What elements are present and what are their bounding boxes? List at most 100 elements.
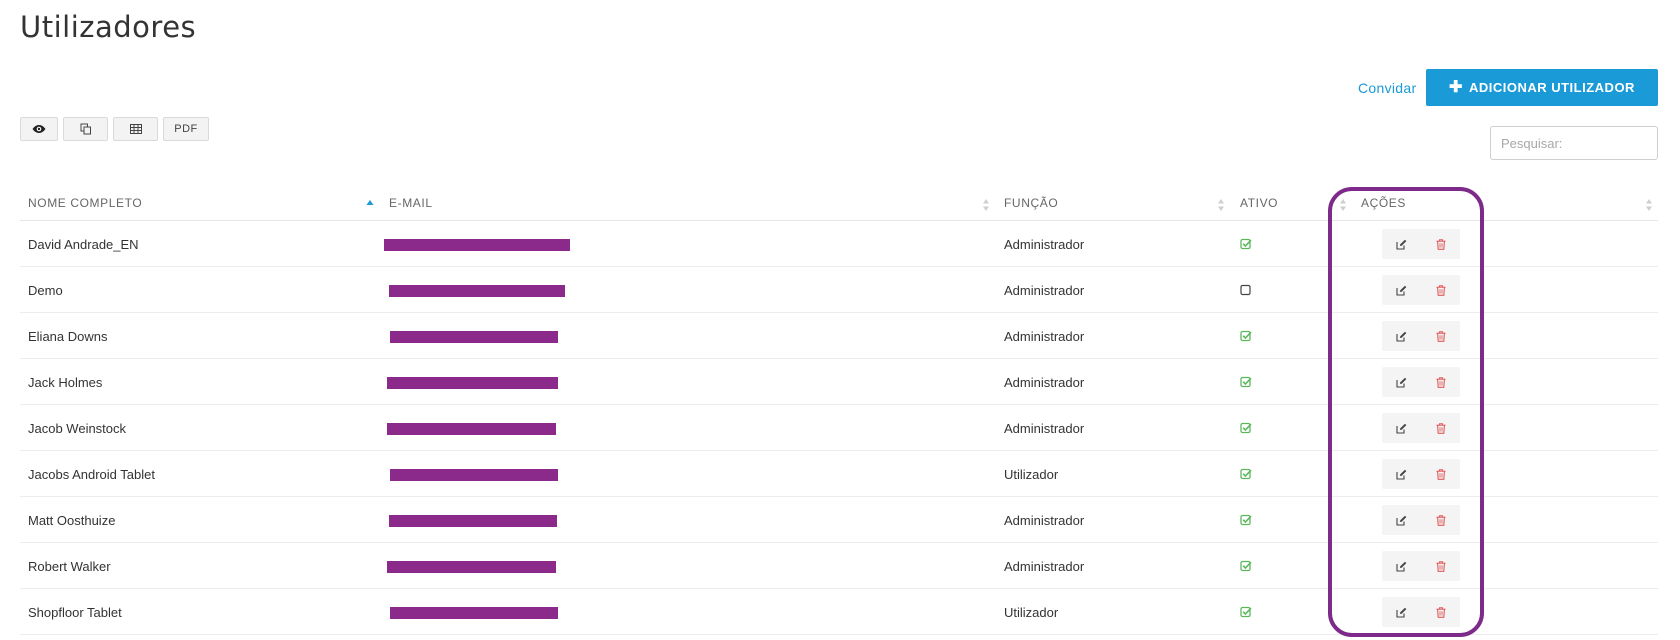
user-role-cell: Utilizador bbox=[1004, 467, 1059, 482]
unchecked-checkbox-icon bbox=[1240, 284, 1251, 296]
edit-icon bbox=[1396, 561, 1407, 572]
table-row: Jacobs Android Tablet Utilizador bbox=[20, 451, 1658, 497]
user-name-cell: David Andrade_EN bbox=[28, 237, 139, 252]
edit-icon bbox=[1396, 515, 1407, 526]
add-user-label: ADICIONAR UTILIZADOR bbox=[1468, 80, 1635, 95]
user-role-cell: Administrador bbox=[1004, 375, 1085, 390]
delete-button[interactable] bbox=[1421, 551, 1460, 581]
delete-button[interactable] bbox=[1421, 275, 1460, 305]
sort-icon[interactable] bbox=[1645, 198, 1653, 212]
edit-button[interactable] bbox=[1382, 597, 1421, 627]
edit-icon bbox=[1396, 377, 1407, 388]
table-row: Matt Oosthuize Administrador bbox=[20, 497, 1658, 543]
table-icon bbox=[129, 124, 142, 134]
pdf-button[interactable]: PDF bbox=[163, 117, 209, 141]
column-visibility-button[interactable] bbox=[20, 117, 58, 141]
checked-checkbox-icon bbox=[1240, 422, 1252, 434]
delete-button[interactable] bbox=[1421, 505, 1460, 535]
email-redaction bbox=[387, 561, 556, 573]
column-header-actions: AÇÕES bbox=[1361, 196, 1407, 210]
copy-icon bbox=[80, 123, 91, 135]
search-input[interactable] bbox=[1490, 126, 1658, 160]
sort-icon[interactable] bbox=[982, 198, 990, 212]
user-role-cell: Administrador bbox=[1004, 237, 1085, 252]
table-row: Demo Administrador bbox=[20, 267, 1658, 313]
user-name-cell: Jacobs Android Tablet bbox=[28, 467, 155, 482]
edit-icon bbox=[1396, 607, 1407, 618]
add-user-button[interactable]: ✚ ADICIONAR UTILIZADOR bbox=[1426, 69, 1658, 106]
trash-icon bbox=[1436, 606, 1445, 618]
edit-button[interactable] bbox=[1382, 505, 1421, 535]
edit-icon bbox=[1396, 469, 1407, 480]
delete-button[interactable] bbox=[1421, 321, 1460, 351]
column-header-name[interactable]: NOME COMPLETO bbox=[28, 196, 142, 210]
delete-button[interactable] bbox=[1421, 413, 1460, 443]
column-header-role[interactable]: FUNÇÃO bbox=[1004, 196, 1058, 210]
checked-checkbox-icon bbox=[1240, 238, 1252, 250]
column-header-email[interactable]: E-MAIL bbox=[389, 196, 433, 210]
plus-icon: ✚ bbox=[1449, 78, 1463, 96]
row-actions bbox=[1382, 321, 1460, 351]
checked-checkbox-icon bbox=[1240, 376, 1252, 388]
edit-button[interactable] bbox=[1382, 367, 1421, 397]
eye-icon bbox=[32, 125, 46, 133]
email-redaction bbox=[389, 515, 557, 527]
trash-icon bbox=[1436, 376, 1445, 388]
user-name-cell: Jack Holmes bbox=[28, 375, 103, 390]
export-toolbar: PDF bbox=[20, 117, 214, 141]
row-actions bbox=[1382, 597, 1460, 627]
trash-icon bbox=[1436, 284, 1445, 296]
trash-icon bbox=[1436, 468, 1445, 480]
table-row: David Andrade_EN Administrador bbox=[20, 221, 1658, 267]
user-role-cell: Administrador bbox=[1004, 559, 1085, 574]
user-name-cell: Robert Walker bbox=[28, 559, 111, 574]
email-redaction bbox=[390, 607, 558, 619]
row-actions bbox=[1382, 551, 1460, 581]
sort-icon[interactable] bbox=[1217, 198, 1225, 212]
trash-icon bbox=[1436, 330, 1445, 342]
user-name-cell: Jacob Weinstock bbox=[28, 421, 127, 436]
page-title: Utilizadores bbox=[20, 10, 197, 44]
row-actions bbox=[1382, 459, 1460, 489]
table-body: David Andrade_EN Administrador Demo Adminis… bbox=[20, 221, 1658, 635]
email-redaction bbox=[390, 331, 558, 343]
table-row: Shopfloor Tablet Utilizador bbox=[20, 589, 1658, 635]
checked-checkbox-icon bbox=[1240, 560, 1252, 572]
email-redaction bbox=[387, 377, 558, 389]
edit-icon bbox=[1396, 239, 1407, 250]
checked-checkbox-icon bbox=[1240, 330, 1252, 342]
delete-button[interactable] bbox=[1421, 597, 1460, 627]
copy-button[interactable] bbox=[63, 117, 108, 141]
delete-button[interactable] bbox=[1421, 367, 1460, 397]
trash-icon bbox=[1436, 514, 1445, 526]
invite-link[interactable]: Convidar bbox=[1358, 80, 1416, 96]
user-role-cell: Administrador bbox=[1004, 283, 1085, 298]
edit-icon bbox=[1396, 423, 1407, 434]
user-role-cell: Administrador bbox=[1004, 421, 1085, 436]
email-redaction bbox=[389, 285, 565, 297]
row-actions bbox=[1382, 413, 1460, 443]
excel-button[interactable] bbox=[113, 117, 158, 141]
delete-button[interactable] bbox=[1421, 229, 1460, 259]
edit-button[interactable] bbox=[1382, 321, 1421, 351]
email-redaction bbox=[390, 469, 558, 481]
row-actions bbox=[1382, 505, 1460, 535]
column-header-active[interactable]: ATIVO bbox=[1240, 196, 1278, 210]
user-name-cell: Matt Oosthuize bbox=[28, 513, 116, 528]
trash-icon bbox=[1436, 422, 1445, 434]
trash-icon bbox=[1436, 560, 1445, 572]
edit-icon bbox=[1396, 331, 1407, 342]
edit-button[interactable] bbox=[1382, 413, 1421, 443]
edit-button[interactable] bbox=[1382, 229, 1421, 259]
edit-button[interactable] bbox=[1382, 459, 1421, 489]
edit-button[interactable] bbox=[1382, 275, 1421, 305]
sort-asc-icon[interactable] bbox=[366, 198, 374, 212]
table-row: Jack Holmes Administrador bbox=[20, 359, 1658, 405]
table-row: Robert Walker Administrador bbox=[20, 543, 1658, 589]
user-role-cell: Administrador bbox=[1004, 513, 1085, 528]
user-name-cell: Shopfloor Tablet bbox=[28, 605, 122, 620]
delete-button[interactable] bbox=[1421, 459, 1460, 489]
table-row: Jacob Weinstock Administrador bbox=[20, 405, 1658, 451]
edit-button[interactable] bbox=[1382, 551, 1421, 581]
sort-icon[interactable] bbox=[1339, 198, 1347, 212]
